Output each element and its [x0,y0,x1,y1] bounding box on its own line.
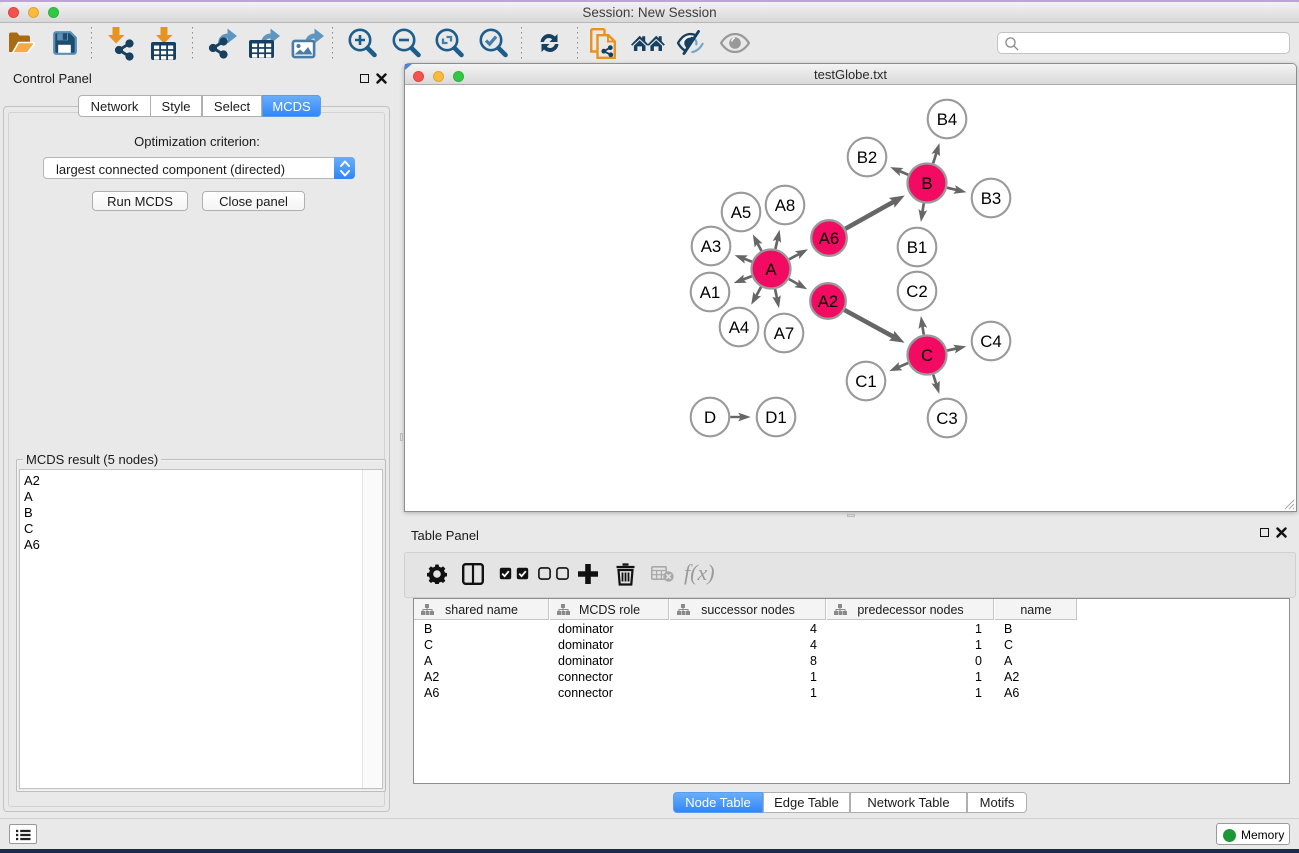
svg-text:A4: A4 [729,318,750,337]
svg-text:A: A [765,260,777,279]
svg-text:A6: A6 [819,229,840,248]
svg-text:D: D [704,408,716,427]
svg-text:B3: B3 [981,189,1002,208]
svg-text:C2: C2 [906,282,927,301]
svg-text:B1: B1 [907,238,928,257]
svg-text:D1: D1 [765,408,786,427]
svg-text:A2: A2 [818,292,839,311]
svg-text:A5: A5 [731,203,752,222]
svg-text:B2: B2 [857,148,878,167]
svg-text:C1: C1 [855,372,876,391]
svg-text:C: C [921,346,933,365]
svg-text:A1: A1 [700,283,721,302]
svg-text:A7: A7 [774,324,795,343]
svg-text:C4: C4 [980,332,1001,351]
svg-text:A3: A3 [701,237,722,256]
svg-text:A8: A8 [775,196,796,215]
svg-text:B4: B4 [937,110,958,129]
svg-text:C3: C3 [936,409,957,428]
svg-text:B: B [921,174,932,193]
